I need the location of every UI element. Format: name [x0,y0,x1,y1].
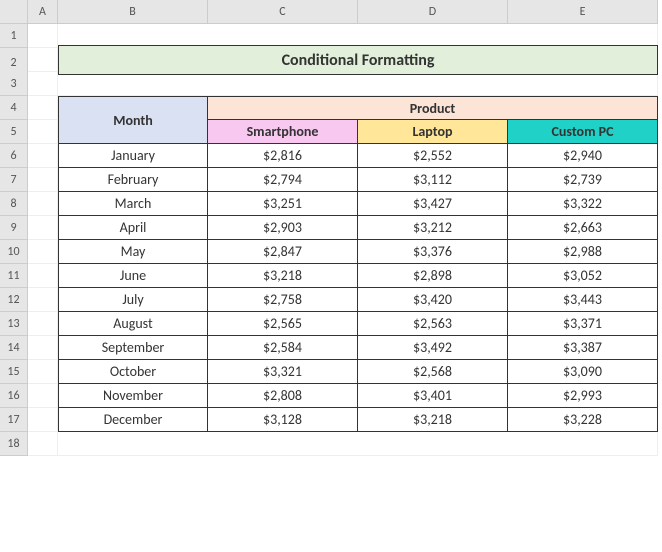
row-header-6[interactable]: 6 [0,144,28,168]
cell-smartphone-11[interactable]: $3,128 [208,408,358,432]
cell-A5[interactable] [28,120,58,144]
col-header-E[interactable]: E [508,0,658,24]
cell-smartphone-1[interactable]: $2,794 [208,168,358,192]
cell-custompc-4[interactable]: $2,988 [508,240,658,264]
blank-row-3[interactable] [58,72,658,96]
cell-custompc-6[interactable]: $3,443 [508,288,658,312]
month-header[interactable]: Month [58,96,208,144]
cell-custompc-7[interactable]: $3,371 [508,312,658,336]
cell-month-9[interactable]: October [58,360,208,384]
cell-month-2[interactable]: March [58,192,208,216]
row-header-17[interactable]: 17 [0,408,28,432]
row-header-5[interactable]: 5 [0,120,28,144]
cell-laptop-7[interactable]: $2,563 [358,312,508,336]
row-header-16[interactable]: 16 [0,384,28,408]
cell-custompc-11[interactable]: $3,228 [508,408,658,432]
cell-laptop-4[interactable]: $3,376 [358,240,508,264]
cell-A12[interactable] [28,288,58,312]
cell-A10[interactable] [28,240,58,264]
row-header-8[interactable]: 8 [0,192,28,216]
cell-custompc-10[interactable]: $2,993 [508,384,658,408]
cell-A13[interactable] [28,312,58,336]
cell-A7[interactable] [28,168,58,192]
cell-smartphone-8[interactable]: $2,584 [208,336,358,360]
cell-A15[interactable] [28,360,58,384]
page-title[interactable]: Conditional Formatting [58,45,658,75]
cell-laptop-0[interactable]: $2,552 [358,144,508,168]
cell-custompc-5[interactable]: $3,052 [508,264,658,288]
cell-laptop-10[interactable]: $3,401 [358,384,508,408]
cell-custompc-8[interactable]: $3,387 [508,336,658,360]
cell-laptop-11[interactable]: $3,218 [358,408,508,432]
cell-smartphone-2[interactable]: $3,251 [208,192,358,216]
cell-A14[interactable] [28,336,58,360]
cell-smartphone-9[interactable]: $3,321 [208,360,358,384]
cell-A1[interactable] [28,24,58,48]
subheader-custompc[interactable]: Custom PC [508,120,658,144]
cell-smartphone-10[interactable]: $2,808 [208,384,358,408]
col-header-C[interactable]: C [208,0,358,24]
cell-A3[interactable] [28,72,58,96]
cell-smartphone-4[interactable]: $2,847 [208,240,358,264]
cell-A17[interactable] [28,408,58,432]
cell-month-0[interactable]: January [58,144,208,168]
grid: A B C D E 1 2 3 4 5 6 7 8 9 10 11 12 13 … [0,0,662,456]
row-header-3[interactable]: 3 [0,72,28,96]
cell-month-1[interactable]: February [58,168,208,192]
cell-A9[interactable] [28,216,58,240]
col-header-B[interactable]: B [58,0,208,24]
cell-laptop-2[interactable]: $3,427 [358,192,508,216]
row-header-7[interactable]: 7 [0,168,28,192]
cell-custompc-3[interactable]: $2,663 [508,216,658,240]
cell-laptop-6[interactable]: $3,420 [358,288,508,312]
row-header-15[interactable]: 15 [0,360,28,384]
row-header-4[interactable]: 4 [0,96,28,120]
select-all-corner[interactable] [0,0,28,24]
cell-laptop-5[interactable]: $2,898 [358,264,508,288]
row-header-14[interactable]: 14 [0,336,28,360]
cell-month-5[interactable]: June [58,264,208,288]
blank-row-18[interactable] [58,432,658,456]
cell-laptop-8[interactable]: $3,492 [358,336,508,360]
cell-custompc-1[interactable]: $2,739 [508,168,658,192]
cell-month-10[interactable]: November [58,384,208,408]
spreadsheet: wsxdn.com A B C D E 1 2 3 4 5 6 7 8 9 10… [0,0,662,552]
cell-smartphone-6[interactable]: $2,758 [208,288,358,312]
product-header[interactable]: Product [208,96,658,120]
cell-A4[interactable] [28,96,58,120]
cell-A11[interactable] [28,264,58,288]
row-header-12[interactable]: 12 [0,288,28,312]
cell-custompc-9[interactable]: $3,090 [508,360,658,384]
cell-laptop-9[interactable]: $2,568 [358,360,508,384]
cell-A18[interactable] [28,432,58,456]
cell-A16[interactable] [28,384,58,408]
col-header-D[interactable]: D [358,0,508,24]
subheader-laptop[interactable]: Laptop [358,120,508,144]
row-header-9[interactable]: 9 [0,216,28,240]
cell-month-6[interactable]: July [58,288,208,312]
cell-A8[interactable] [28,192,58,216]
cell-month-7[interactable]: August [58,312,208,336]
row-header-11[interactable]: 11 [0,264,28,288]
cell-laptop-3[interactable]: $3,212 [358,216,508,240]
cell-smartphone-3[interactable]: $2,903 [208,216,358,240]
row-header-13[interactable]: 13 [0,312,28,336]
cell-month-4[interactable]: May [58,240,208,264]
cell-A2[interactable] [28,48,58,72]
subheader-smartphone[interactable]: Smartphone [208,120,358,144]
cell-month-11[interactable]: December [58,408,208,432]
row-header-18[interactable]: 18 [0,432,28,456]
cell-month-8[interactable]: September [58,336,208,360]
col-header-A[interactable]: A [28,0,58,24]
cell-smartphone-5[interactable]: $3,218 [208,264,358,288]
row-header-10[interactable]: 10 [0,240,28,264]
cell-custompc-0[interactable]: $2,940 [508,144,658,168]
cell-laptop-1[interactable]: $3,112 [358,168,508,192]
cell-month-3[interactable]: April [58,216,208,240]
cell-smartphone-0[interactable]: $2,816 [208,144,358,168]
cell-custompc-2[interactable]: $3,322 [508,192,658,216]
cell-A6[interactable] [28,144,58,168]
row-header-1[interactable]: 1 [0,24,28,48]
cell-smartphone-7[interactable]: $2,565 [208,312,358,336]
